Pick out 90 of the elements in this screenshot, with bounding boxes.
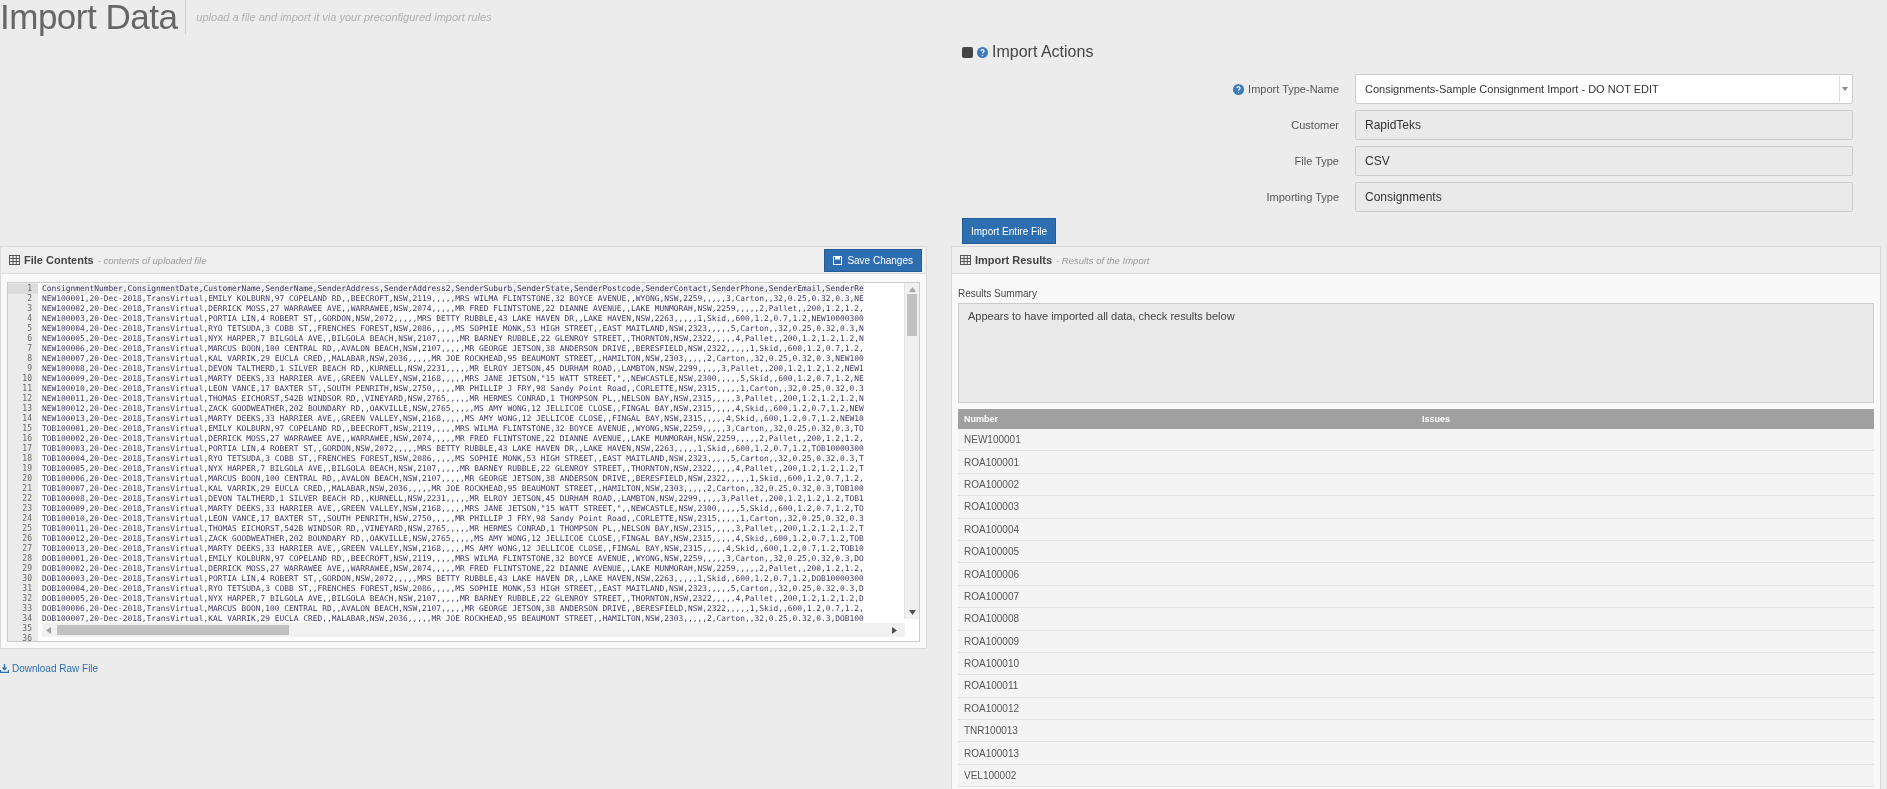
line-number: 7 [26, 344, 33, 354]
line-number: 9 [26, 364, 33, 374]
table-icon [9, 255, 20, 265]
line-number: 20 [21, 474, 33, 484]
table-cell-text: ROA100004 [963, 523, 1021, 535]
save-button[interactable]: Save Changes [824, 248, 922, 272]
line-number: 17 [21, 444, 33, 454]
panel-title: File Contents [24, 254, 94, 266]
table-cell-text: ROA100013 [963, 747, 1021, 759]
left-arrow-icon [46, 626, 51, 634]
panel-title: Import Results [975, 254, 1052, 266]
table-cell-text: ROA100003 [963, 501, 1021, 513]
field-label: Importing Type [1266, 191, 1339, 203]
scrollbar-thumb[interactable] [907, 294, 917, 336]
floppy-icon [833, 255, 843, 265]
line-number: 3 [26, 304, 33, 314]
line-number: 31 [21, 584, 33, 594]
line-number: 27 [21, 544, 33, 554]
table-cell-text: ROA100007 [963, 590, 1021, 602]
table-cell-text: ROA100002 [963, 478, 1021, 490]
readonly-field[interactable]: Consignments [1355, 182, 1853, 212]
table-cell-text: ROA100006 [963, 568, 1021, 580]
help-icon[interactable] [977, 46, 988, 58]
import-button[interactable]: Import Entire File [962, 218, 1057, 244]
field-label: Import Type-Name [1248, 83, 1339, 95]
line-number: 2 [26, 294, 33, 304]
table-cell-text: TNR100013 [963, 725, 1019, 737]
scrollbar-thumb[interactable] [57, 625, 289, 635]
table-cell-text: ROA100009 [963, 635, 1021, 647]
panel-subtitle: - contents of uploaded file [97, 254, 207, 266]
line-number: 33 [21, 604, 33, 614]
line-number: 1 [8, 284, 38, 294]
readonly-field[interactable]: CSV [1355, 146, 1853, 176]
line-number: 13 [21, 404, 33, 414]
line-number: 24 [21, 514, 33, 524]
table-icon [960, 255, 971, 265]
line-number: 19 [21, 464, 33, 474]
line-number: 12 [21, 394, 33, 404]
column-header: Number [963, 414, 999, 424]
table-cell-text: ROA100001 [963, 456, 1021, 468]
line-number: 18 [21, 454, 33, 464]
line-number: 4 [26, 314, 33, 324]
table-cell-text: ROA100011 [963, 680, 1020, 692]
line-number: 5 [26, 324, 33, 334]
line-number: 15 [21, 424, 33, 434]
panel-subtitle: - Results of the Import [1056, 254, 1150, 266]
line-number: 23 [21, 504, 33, 514]
line-number: 29 [21, 564, 33, 574]
horizontal-scrollbar[interactable] [42, 623, 905, 637]
help-icon[interactable] [1233, 83, 1245, 95]
line-number: 6 [26, 334, 33, 344]
line-number: 35 [21, 624, 33, 634]
table-cell-text: ROA100005 [963, 546, 1021, 558]
field-label: File Type [1294, 155, 1339, 167]
table-cell-text: VEL100002 [963, 770, 1018, 782]
table-cell-text: ROA100012 [963, 702, 1021, 714]
page-subtitle: upload a file and import it via your preconfigured import rules [196, 11, 492, 23]
line-number: 16 [21, 434, 33, 444]
line-number: 21 [21, 484, 33, 494]
line-number: 34 [21, 614, 33, 624]
section-title: Import Actions [992, 43, 1094, 61]
column-header: Issues [1421, 414, 1452, 424]
right-arrow-icon [892, 626, 897, 634]
table-cell-text: NEW100001 [963, 434, 1022, 446]
up-arrow-icon [908, 287, 916, 292]
line-number: 28 [21, 554, 33, 564]
line-number: 22 [21, 494, 33, 504]
line-number: 32 [21, 594, 33, 604]
line-number: 30 [21, 574, 33, 584]
line-number: 11 [21, 384, 33, 394]
download-icon [0, 664, 9, 673]
vertical-scrollbar[interactable] [904, 283, 919, 619]
download-link[interactable]: Download Raw File [0, 663, 99, 674]
import-type-select[interactable]: Consignments-Sample Consignment Import - DO NOT EDIT [1355, 74, 1853, 104]
field-label: Customer [1291, 119, 1339, 131]
down-arrow-icon [908, 610, 916, 615]
line-number: 36 [21, 634, 33, 641]
table-cell-text: ROA100008 [963, 613, 1021, 625]
square-icon [962, 46, 973, 58]
results-summary-field[interactable]: Appears to have imported all data, check results below [958, 303, 1874, 403]
line-number: 25 [21, 524, 33, 534]
readonly-field[interactable]: RapidTeks [1355, 110, 1853, 140]
line-number: 14 [21, 414, 33, 424]
caret-icon [1842, 87, 1848, 91]
summary-label: Results Summary [958, 288, 1038, 299]
line-number: 26 [21, 534, 33, 544]
line-number: 8 [26, 354, 33, 364]
table-cell-text: ROA100010 [963, 658, 1021, 670]
line-number: 10 [21, 374, 33, 384]
page-title: Import Data [0, 0, 187, 34]
